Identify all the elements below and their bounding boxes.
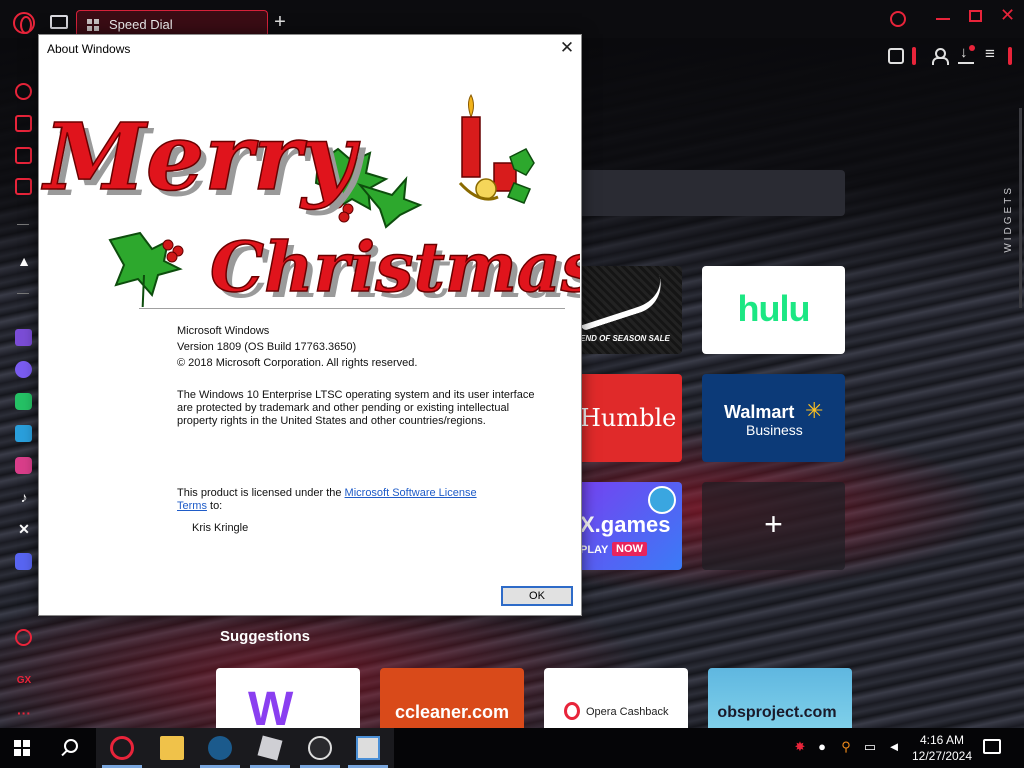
network-icon[interactable]: ▭ — [862, 739, 878, 755]
license-suffix: to: — [206, 500, 223, 512]
taskbar: ✸ ● ⚲ ▭ ◄ 4:16 AM 12/27/2024 — [0, 728, 1024, 768]
tiktok-icon[interactable]: ♪ — [14, 488, 34, 506]
banner-line-1: Merry — [41, 103, 360, 211]
xgames-play: PLAY — [580, 544, 609, 556]
walmart-logo: Walmart — [724, 402, 795, 422]
speed-dial-hulu[interactable]: hulu — [702, 266, 845, 354]
obsproject-label: obsproject.com — [717, 704, 837, 721]
discord-icon[interactable] — [15, 553, 32, 570]
candle-icon — [458, 93, 535, 204]
twitch-tv-icon[interactable] — [15, 147, 32, 164]
suggestion-opera-cashback[interactable]: Opera Cashback — [544, 668, 688, 728]
nike-swoosh-icon — [573, 274, 669, 332]
more-icon[interactable]: ··· — [14, 704, 34, 722]
speed-icon[interactable] — [15, 83, 32, 100]
notification-icon[interactable] — [983, 739, 1001, 754]
version-info: Version 1809 (OS Build 17763.3650) — [177, 341, 357, 353]
telegram-icon[interactable] — [15, 425, 32, 442]
accent-bar — [1008, 47, 1012, 65]
license-statement: This product is licensed under the Micro… — [177, 487, 497, 513]
water-drop-icon[interactable]: ● — [814, 739, 830, 755]
volume-muted-icon[interactable]: ◄ — [886, 739, 902, 755]
obs-icon[interactable] — [308, 736, 332, 760]
aria-icon[interactable]: ▲ — [14, 252, 34, 270]
ccleaner-label: ccleaner.com — [394, 702, 510, 722]
close-icon[interactable]: ✕ — [1000, 5, 1015, 26]
hulu-logo: hulu — [737, 288, 811, 329]
licensed-user: Kris Kringle — [192, 522, 249, 534]
user-icon[interactable] — [931, 48, 949, 65]
opera-logo-icon — [564, 702, 580, 720]
banner-line-2: Christmas — [210, 228, 580, 307]
xgames-logo: X.games — [580, 512, 671, 537]
nike-caption: END OF SEASON SALE — [580, 334, 670, 343]
suggestion-ccleaner[interactable]: ccleaner.com — [380, 668, 524, 728]
x-icon[interactable]: ✕ — [14, 520, 34, 538]
dialog-divider — [139, 308, 565, 309]
walmart-subtitle: Business — [746, 422, 803, 438]
tab-switcher-icon[interactable] — [50, 15, 68, 29]
suggestions-title: Suggestions — [220, 628, 311, 645]
ok-button[interactable]: OK — [501, 586, 573, 606]
about-windows-dialog: About Windows ✕ Merry Merry Christmas Ch… — [38, 34, 582, 616]
tab-bar: Speed Dial + ✕ — [0, 0, 1024, 38]
legal-notice: The Windows 10 Enterprise LTSC operating… — [177, 389, 535, 427]
dialog-title: About Windows — [47, 42, 131, 56]
file-explorer-icon[interactable] — [160, 736, 184, 760]
speed-dial-walmart[interactable]: Walmart ✳ Business — [702, 374, 845, 462]
plus-icon: + — [764, 506, 783, 542]
taskbar-app-strip — [96, 728, 394, 768]
clock-time[interactable]: 4:16 AM — [912, 733, 972, 747]
holly-left-icon — [108, 231, 184, 307]
accent-bar — [912, 47, 916, 65]
player-icon[interactable] — [15, 629, 32, 646]
winver-icon[interactable] — [356, 736, 380, 760]
new-tab-button[interactable]: + — [271, 12, 289, 32]
key-icon[interactable]: ⚲ — [838, 739, 854, 755]
clock-date[interactable]: 12/27/2024 — [908, 749, 976, 763]
cashback-label: Opera Cashback — [586, 706, 669, 718]
steam-icon[interactable] — [208, 736, 232, 760]
download-badge — [969, 45, 975, 51]
suggestion-obsproject[interactable]: obsproject.com — [708, 668, 852, 728]
gx-control-icon[interactable] — [15, 115, 32, 132]
speed-dial-search[interactable] — [560, 170, 845, 216]
sidebar-divider — [17, 293, 29, 294]
whatsapp-icon[interactable] — [15, 393, 32, 410]
tab-title: Speed Dial — [109, 17, 173, 32]
merry-christmas-banner: Merry Merry Christmas Christmas — [40, 93, 580, 307]
close-icon[interactable]: ✕ — [556, 37, 578, 59]
w-logo: W — [248, 683, 294, 729]
globe-icon — [648, 486, 676, 514]
copyright-notice: © 2018 Microsoft Corporation. All rights… — [177, 357, 418, 369]
start-icon[interactable] — [14, 740, 30, 756]
gx-logo-icon[interactable]: GX — [14, 672, 34, 690]
add-speed-dial-button[interactable]: + — [702, 482, 845, 570]
widgets-rail — [1019, 108, 1022, 308]
messenger-icon[interactable] — [15, 361, 32, 378]
license-prefix: This product is licensed under the — [177, 487, 345, 499]
widgets-label[interactable]: WIDGETS — [1003, 185, 1017, 253]
twitch-icon[interactable] — [15, 329, 32, 346]
walmart-spark-icon: ✳ — [805, 398, 824, 423]
tray-app-icon[interactable]: ✸ — [792, 739, 808, 755]
humble-logo: Humble — [580, 404, 677, 432]
easy-setup-icon[interactable] — [984, 44, 1000, 64]
xgames-now: NOW — [612, 542, 647, 556]
camera-icon[interactable] — [888, 48, 904, 64]
grid-icon — [87, 19, 99, 31]
opera-gx-icon[interactable] — [110, 736, 134, 760]
opera-logo-icon[interactable] — [13, 12, 35, 34]
suggestion-w[interactable]: W — [216, 668, 360, 728]
minimize-icon[interactable] — [936, 18, 950, 20]
search-icon[interactable] — [890, 11, 906, 27]
instagram-icon[interactable] — [15, 457, 32, 474]
product-name: Microsoft Windows — [177, 325, 270, 337]
gx-corner-icon[interactable] — [15, 178, 32, 195]
search-icon[interactable] — [64, 739, 78, 753]
maximize-icon[interactable] — [969, 10, 982, 22]
sidebar-divider — [17, 224, 29, 225]
